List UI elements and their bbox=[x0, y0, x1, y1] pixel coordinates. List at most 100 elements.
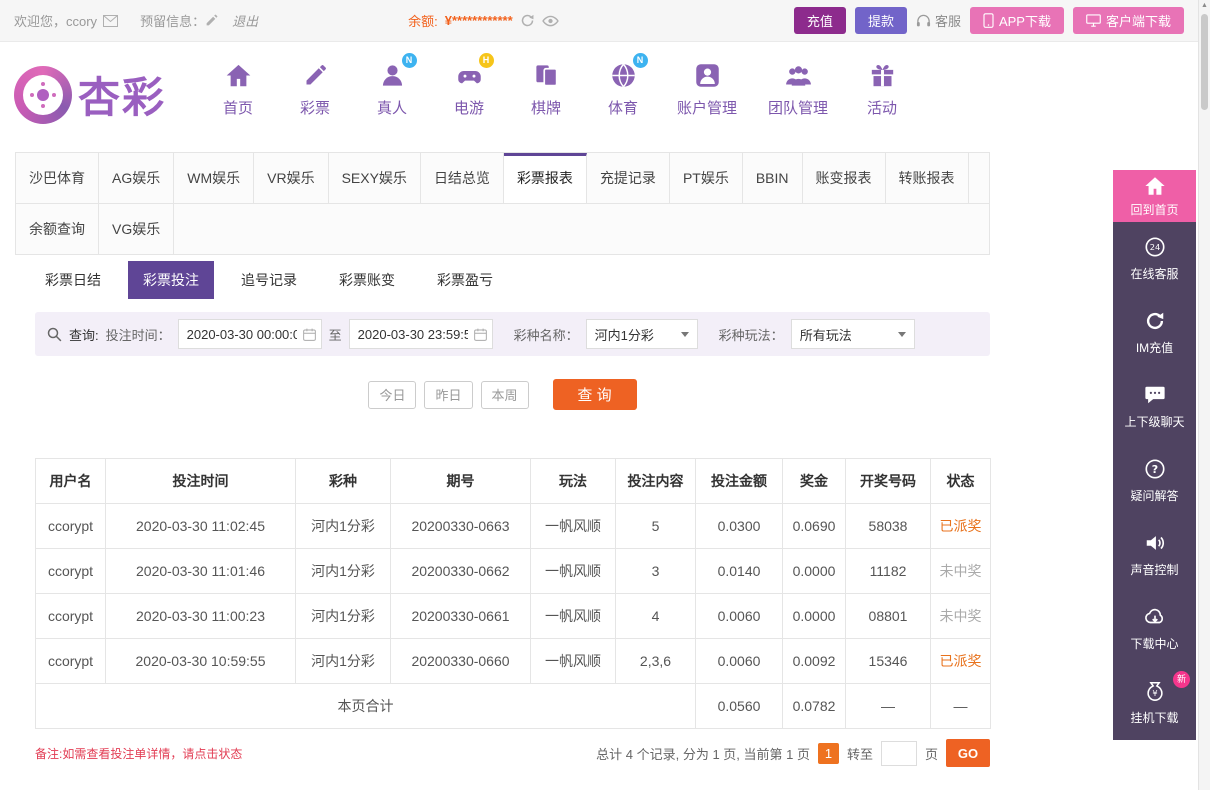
brand-name: 杏彩 bbox=[78, 74, 167, 121]
tab-bbin[interactable]: BBIN bbox=[743, 153, 803, 203]
subtab-lottery-profit[interactable]: 彩票盈亏 bbox=[422, 261, 508, 299]
tab-account-change-report[interactable]: 账变报表 bbox=[803, 153, 886, 203]
cell-issue: 20200330-0661 bbox=[390, 593, 531, 639]
sidebar-item-sound-control[interactable]: 声音控制 bbox=[1113, 518, 1196, 592]
scroll-up-icon[interactable]: ▲ bbox=[1199, 2, 1210, 9]
tab-deposit-withdraw-records[interactable]: 充提记录 bbox=[587, 153, 670, 203]
gamepad-icon bbox=[457, 70, 481, 83]
tab-daily-summary[interactable]: 日结总览 bbox=[421, 153, 504, 203]
cell-issue: 20200330-0663 bbox=[390, 503, 531, 549]
edit-pencil-icon[interactable] bbox=[205, 14, 218, 27]
nav-item-egames[interactable]: H 电游 bbox=[446, 53, 494, 118]
nav-item-account-management[interactable]: 账户管理 bbox=[677, 60, 737, 118]
cell-play: 一帆风顺 bbox=[530, 548, 616, 594]
reserved-info-label: 预留信息： bbox=[140, 14, 206, 29]
tab-balance-query[interactable]: 余额查询 bbox=[16, 204, 99, 254]
yesterday-button[interactable]: 昨日 bbox=[424, 380, 473, 409]
calendar-icon[interactable] bbox=[302, 328, 316, 341]
topbar: 欢迎您，ccory 预留信息： 退出 余额: ¥************ 充值 … bbox=[0, 0, 1198, 42]
sidebar-item-back-home[interactable]: 回到首页 bbox=[1113, 170, 1196, 222]
home-icon bbox=[1144, 176, 1165, 195]
welcome-text: 欢迎您，ccory bbox=[14, 14, 98, 29]
svg-text:¥: ¥ bbox=[1152, 688, 1157, 698]
tab-vg[interactable]: VG娱乐 bbox=[99, 204, 175, 254]
subtab-chase-records[interactable]: 追号记录 bbox=[226, 261, 312, 299]
nav-item-lottery[interactable]: 彩票 bbox=[292, 60, 338, 118]
tab-saba-sports[interactable]: 沙巴体育 bbox=[16, 153, 99, 203]
subtab-lottery-daily[interactable]: 彩票日结 bbox=[30, 261, 116, 299]
nav-item-activities[interactable]: 活动 bbox=[859, 60, 905, 118]
search-bar: 查询: 投注时间： 至 彩种名称： 河内1分彩 彩种玩法： 所有玩法 bbox=[35, 312, 990, 356]
sidebar-item-download-center[interactable]: 下载中心 bbox=[1113, 592, 1196, 666]
svg-text:24: 24 bbox=[1149, 242, 1160, 252]
summary-dash: — bbox=[845, 683, 931, 729]
pagination: 总计 4 个记录, 分为 1 页, 当前第 1 页 1 转至 页 GO bbox=[596, 739, 990, 767]
cell-status-link[interactable]: 未中奖 bbox=[930, 548, 991, 594]
app-download-button[interactable]: APP下载 bbox=[969, 7, 1064, 34]
brand-logo[interactable]: 杏彩 bbox=[14, 64, 166, 125]
table-row: ccorypt 2020-03-30 11:02:45 河内1分彩 202003… bbox=[35, 503, 991, 549]
tab-lottery-report[interactable]: 彩票报表 bbox=[503, 153, 587, 203]
tab-sexy[interactable]: SEXY娱乐 bbox=[329, 153, 421, 203]
brand-logo-icon bbox=[14, 65, 72, 124]
headset-icon bbox=[916, 14, 931, 26]
calendar-icon[interactable] bbox=[473, 328, 487, 341]
envelope-icon[interactable] bbox=[103, 14, 119, 27]
bet-time-from-input[interactable] bbox=[177, 319, 322, 349]
subtab-lottery-bets[interactable]: 彩票投注 bbox=[128, 261, 214, 299]
cell-play: 一帆风顺 bbox=[530, 503, 616, 549]
tab-wm[interactable]: WM娱乐 bbox=[174, 153, 255, 203]
sidebar-item-faq[interactable]: ? 疑问解答 bbox=[1113, 444, 1196, 518]
this-week-button[interactable]: 本周 bbox=[480, 380, 529, 409]
col-play: 玩法 bbox=[530, 458, 616, 504]
bet-time-to-input[interactable] bbox=[348, 319, 493, 349]
tab-vr[interactable]: VR娱乐 bbox=[254, 153, 329, 203]
nav-item-live[interactable]: N 真人 bbox=[369, 53, 417, 118]
cell-status-link[interactable]: 未中奖 bbox=[930, 593, 991, 639]
nav-item-team-management[interactable]: 团队管理 bbox=[768, 60, 828, 118]
summary-dash: — bbox=[930, 683, 991, 729]
col-lottery: 彩种 bbox=[295, 458, 391, 504]
query-button[interactable]: 查 询 bbox=[552, 379, 637, 410]
show-balance-eye-icon[interactable] bbox=[541, 15, 559, 27]
refresh-balance-icon[interactable] bbox=[520, 13, 535, 28]
cell-bet-amount: 0.0140 bbox=[695, 548, 783, 594]
cell-draw-number: 08801 bbox=[845, 593, 931, 639]
play-type-select[interactable]: 所有玩法 bbox=[790, 319, 915, 349]
sidebar-item-hangup-download[interactable]: 新 ¥ 挂机下载 bbox=[1113, 666, 1196, 740]
subtab-lottery-account-change[interactable]: 彩票账变 bbox=[324, 261, 410, 299]
cell-username: ccorypt bbox=[35, 593, 106, 639]
nav-item-boardgames[interactable]: 棋牌 bbox=[523, 60, 569, 118]
logout-link[interactable]: 退出 bbox=[232, 11, 258, 30]
col-bet-time: 投注时间 bbox=[105, 458, 296, 504]
lottery-name-select[interactable]: 河内1分彩 bbox=[585, 319, 698, 349]
deposit-button[interactable]: 充值 bbox=[793, 7, 846, 34]
cell-bet-time: 2020-03-30 11:02:45 bbox=[105, 503, 296, 549]
cell-draw-number: 15346 bbox=[845, 638, 931, 684]
tab-ag[interactable]: AG娱乐 bbox=[99, 153, 175, 203]
client-download-button[interactable]: 客户端下载 bbox=[1072, 7, 1184, 34]
cell-username: ccorypt bbox=[35, 503, 106, 549]
scrollbar[interactable]: ▲ bbox=[1198, 0, 1210, 790]
nav-item-sports[interactable]: N 体育 bbox=[600, 53, 648, 118]
customer-service-link[interactable]: 客服 bbox=[916, 11, 961, 30]
sidebar-item-im-recharge[interactable]: IM充值 bbox=[1113, 296, 1196, 370]
current-page-badge[interactable]: 1 bbox=[817, 742, 839, 764]
topbar-buttons: 充值 提款 客服 APP下载 客户端下载 bbox=[793, 7, 1184, 34]
cell-status-link[interactable]: 已派奖 bbox=[930, 503, 991, 549]
search-icon bbox=[47, 327, 62, 341]
nav-item-home[interactable]: 首页 bbox=[215, 60, 261, 118]
scrollbar-thumb[interactable] bbox=[1201, 14, 1208, 110]
sidebar-item-online-service[interactable]: 24 在线客服 bbox=[1113, 222, 1196, 296]
summary-label: 本页合计 bbox=[35, 683, 696, 729]
withdraw-button[interactable]: 提款 bbox=[854, 7, 907, 34]
go-button[interactable]: GO bbox=[946, 739, 990, 767]
today-button[interactable]: 今日 bbox=[368, 380, 417, 409]
tab-transfer-report[interactable]: 转账报表 bbox=[886, 153, 969, 203]
cell-bet-time: 2020-03-30 10:59:55 bbox=[105, 638, 296, 684]
cell-status-link[interactable]: 已派奖 bbox=[930, 638, 991, 684]
tab-pt[interactable]: PT娱乐 bbox=[670, 153, 743, 203]
sidebar-item-chat[interactable]: 上下级聊天 bbox=[1113, 370, 1196, 444]
goto-page-input[interactable] bbox=[880, 740, 917, 766]
quick-actions: 今日 昨日 本周 查 询 bbox=[15, 379, 990, 410]
